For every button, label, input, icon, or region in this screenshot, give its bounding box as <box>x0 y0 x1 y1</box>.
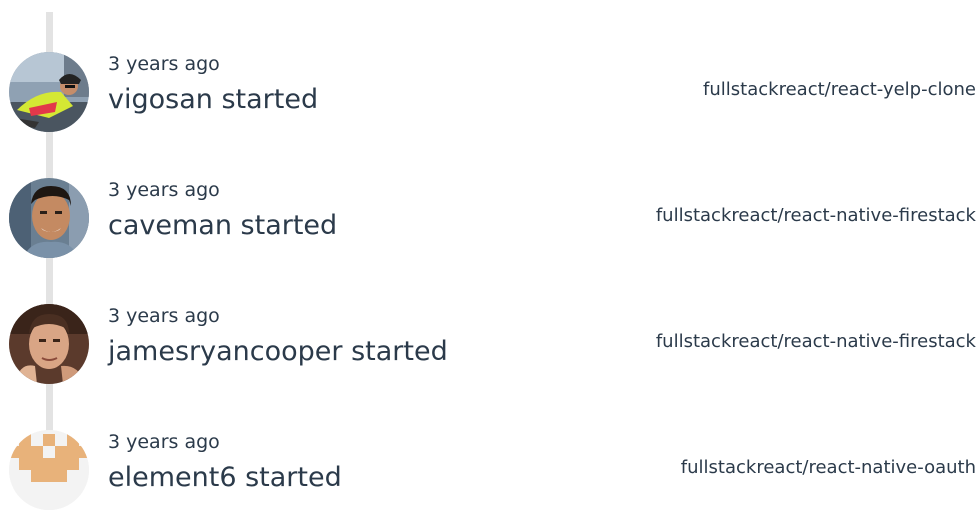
event-action: started <box>245 462 342 493</box>
event-action: started <box>221 84 319 115</box>
event-action: started <box>351 336 448 367</box>
event-time: 3 years ago <box>108 431 220 453</box>
repo-link[interactable]: fullstackreact/react-native-firestack <box>656 330 976 354</box>
feed-event: 3 years ago caveman started fullstackrea… <box>0 178 980 262</box>
event-time: 3 years ago <box>108 53 220 75</box>
avatar-element6[interactable] <box>9 430 89 510</box>
event-time: 3 years ago <box>108 179 220 201</box>
smiling-man-photo-avatar <box>9 178 89 258</box>
actor-link[interactable]: element6 <box>108 462 237 493</box>
repo-link[interactable]: fullstackreact/react-native-firestack <box>656 204 976 228</box>
repo-link[interactable]: fullstackreact/react-yelp-clone <box>703 78 976 102</box>
repo-link[interactable]: fullstackreact/react-native-oauth <box>681 456 976 480</box>
event-summary: vigosan started <box>108 82 318 118</box>
event-time: 3 years ago <box>108 305 220 327</box>
avatar-vigosan[interactable] <box>9 52 89 132</box>
event-summary: caveman started <box>108 208 337 244</box>
event-summary: jamesryancooper started <box>108 334 448 370</box>
avatar-jamesryancooper[interactable] <box>9 304 89 384</box>
actor-link[interactable]: vigosan <box>108 84 213 115</box>
avatar-caveman[interactable] <box>9 178 89 258</box>
feed-event: 3 years ago element6 started fullstackre… <box>0 430 980 514</box>
man-portrait-photo-avatar <box>9 304 89 384</box>
feed-event: 3 years ago jamesryancooper started full… <box>0 304 980 388</box>
actor-link[interactable]: caveman <box>108 210 232 241</box>
feed-event: 3 years ago vigosan started fullstackrea… <box>0 52 980 136</box>
actor-link[interactable]: jamesryancooper <box>108 336 343 367</box>
activity-feed: 3 years ago vigosan started fullstackrea… <box>0 0 980 510</box>
event-action: started <box>240 210 338 241</box>
identicon-avatar <box>9 430 89 510</box>
cyclist-photo-avatar <box>9 52 89 132</box>
